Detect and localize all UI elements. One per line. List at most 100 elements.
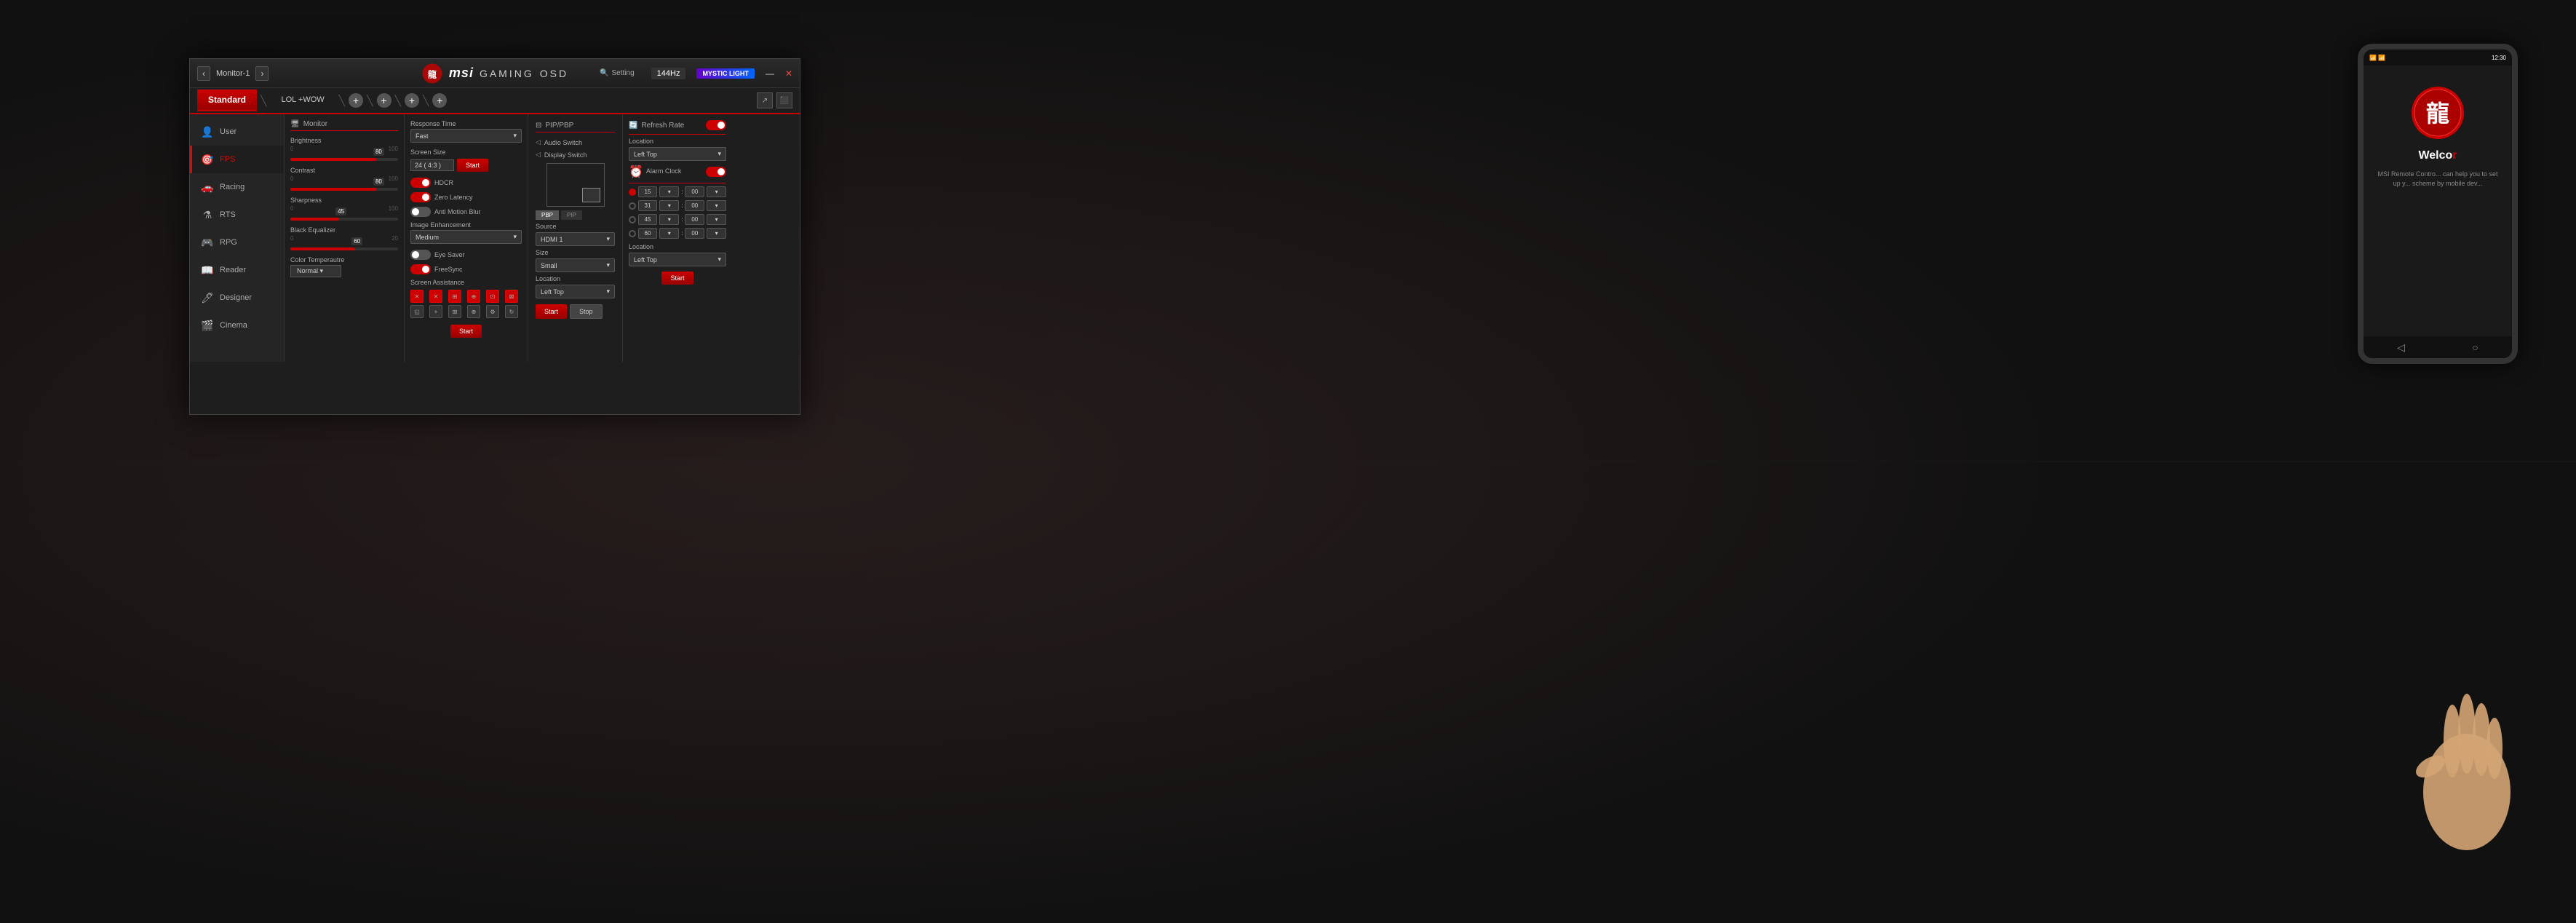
sidebar-item-rpg[interactable]: 🎮 RPG [190,229,284,256]
brightness-slider[interactable]: 80 [290,158,398,161]
assist-icon-9[interactable]: ⊞ [448,305,461,318]
title-bar: ‹ Monitor-1 › 龍 msi GAMING OSD 🔍 Setting [190,59,800,88]
screen-size-dropdown[interactable]: 24 ( 4:3 ) [410,159,454,171]
response-section: Response Time Fast ▾ Screen Size 24 ( 4:… [405,114,528,362]
add-profile-btn-4[interactable]: + [432,93,447,108]
sidebar-item-user[interactable]: 👤 User [190,118,284,146]
alarm-time-select-2m[interactable]: ▾ [707,200,726,211]
assist-icon-4[interactable]: ⊕ [467,290,480,303]
sidebar-designer-label: Designer [220,293,252,302]
alarm-time-select-1[interactable]: ▾ [659,186,679,197]
sidebar-item-reader[interactable]: 📖 Reader [190,256,284,284]
refresh-toggle[interactable] [706,120,726,130]
sidebar-item-rts[interactable]: ⚗ RTS [190,201,284,229]
add-profile-btn-1[interactable]: + [349,93,363,108]
phone-home-btn[interactable]: ○ [2472,341,2478,353]
image-enhance-dropdown[interactable]: Medium ▾ [410,230,522,244]
source-row: Source HDMI 1 ▾ [536,223,615,246]
hdcr-toggle[interactable] [410,178,431,188]
nav-next-arrow[interactable]: › [255,66,269,81]
color-temp-label: Color Temperautre [290,256,398,264]
refresh-location-dropdown[interactable]: Left Top ▾ [629,147,726,161]
alarm-time-select-4m[interactable]: ▾ [707,228,726,239]
assist-icon-2[interactable]: ✕ [429,290,442,303]
zero-latency-toggle[interactable] [410,192,431,202]
display-switch-row: ◁ Display Switch [536,151,615,159]
alarm-time-1-h[interactable]: 15 [638,186,658,197]
alarm-time-3-h[interactable]: 45 [638,214,658,225]
export-btn-2[interactable]: ⬛ [776,92,792,108]
assist-icon-6[interactable]: ⊠ [505,290,518,303]
screen-size-row: Screen Size 24 ( 4:3 ) Start [410,148,522,172]
alarm-time-1-m[interactable]: 00 [685,186,704,197]
size-dropdown[interactable]: Small ▾ [536,258,615,272]
pip-location-dropdown[interactable]: Left Top ▾ [536,285,615,298]
msi-brand-text: msi [449,66,474,81]
pip-start-btn[interactable]: Start [536,304,567,319]
minimize-btn[interactable]: — [766,68,774,79]
sidebar-item-designer[interactable]: 🖊 Designer [190,284,284,312]
profile-tab-lol[interactable]: LOL +WOW [270,90,335,111]
tab-separator-4: ╲ [395,95,401,107]
assist-icon-5[interactable]: ⊡ [486,290,499,303]
sidebar-item-racing[interactable]: 🚗 Racing [190,173,284,201]
hdcr-label: HDCR [434,179,453,186]
setting-btn[interactable]: 🔍 Setting [594,68,640,79]
response-start-btn[interactable]: Start [450,325,482,338]
alarm-time-select-2[interactable]: ▾ [659,200,679,211]
freesync-toggle[interactable] [410,264,431,274]
mystic-light-btn[interactable]: MYSTIC LIGHT [696,68,755,79]
alarm-radio-3[interactable] [629,216,636,223]
assist-icon-7[interactable]: ◱ [410,305,424,318]
alarm-radio-4[interactable] [629,230,636,237]
display-switch-icon: ◁ [536,151,541,159]
add-profile-btn-3[interactable]: + [405,93,419,108]
alarm-time-4-h[interactable]: 60 [638,228,658,239]
black-eq-slider[interactable]: 60 [290,247,398,250]
refresh-location2-dropdown[interactable]: Left Top ▾ [629,253,726,266]
image-enhance-label: Image Enhancement [410,221,522,229]
sharpness-slider[interactable]: 45 [290,218,398,221]
alarm-time-4-m[interactable]: 00 [685,228,704,239]
alarm-time-select-4[interactable]: ▾ [659,228,679,239]
add-profile-btn-2[interactable]: + [377,93,391,108]
sidebar-item-cinema[interactable]: 🎬 Cinema [190,312,284,339]
alarm-radio-1[interactable] [629,189,636,196]
standard-tab[interactable]: Standard [197,90,257,111]
color-temp-dropdown[interactable]: Normal ▾ [290,265,341,277]
alarm-toggle[interactable] [706,167,726,177]
screen-size-start-btn[interactable]: Start [457,159,488,172]
pip-tab[interactable]: PIP [561,210,582,220]
pip-stop-btn[interactable]: Stop [570,304,603,319]
alarm-time-2-h[interactable]: 31 [638,200,658,211]
close-btn[interactable]: ✕ [785,68,792,79]
alarm-row-2: 31 ▾ : 00 ▾ [629,200,726,211]
alarm-time-3-m[interactable]: 00 [685,214,704,225]
sidebar-item-fps[interactable]: 🎯 FPS [190,146,284,173]
response-time-dropdown[interactable]: Fast ▾ [410,129,522,143]
alarm-radio-2[interactable] [629,202,636,210]
refresh-start-btn[interactable]: Start [661,272,693,285]
phone-mockup: 📶 📶 12:30 龍 Welcor MSI Remote Contro... … [2358,44,2518,364]
eye-saver-toggle[interactable] [410,250,431,260]
alarm-time-select-1m[interactable]: ▾ [707,186,726,197]
assist-icon-8[interactable]: + [429,305,442,318]
export-btn-1[interactable]: ↗ [757,92,773,108]
contrast-slider[interactable]: 80 [290,188,398,191]
phone-back-btn[interactable]: ◁ [2397,341,2405,354]
alarm-time-2-m[interactable]: 00 [685,200,704,211]
content-area: 👤 User 🎯 FPS 🚗 Racing ⚗ RTS 🎮 RPG [190,114,800,362]
assist-icon-12[interactable]: ↻ [505,305,518,318]
assist-icon-10[interactable]: ⊕ [467,305,480,318]
source-dropdown[interactable]: HDMI 1 ▾ [536,232,615,246]
image-enhance-arrow: ▾ [513,233,517,241]
alarm-time-select-3m[interactable]: ▾ [707,214,726,225]
alarm-time-select-3[interactable]: ▾ [659,214,679,225]
contrast-row: Contrast 0 100 80 [290,167,398,191]
nav-prev-arrow[interactable]: ‹ [197,66,210,81]
anti-motion-toggle[interactable] [410,207,431,217]
assist-icon-3[interactable]: ⊞ [448,290,461,303]
pbp-tab[interactable]: PBP [536,210,559,220]
assist-icon-1[interactable]: ✕ [410,290,424,303]
assist-icon-11[interactable]: ⚙ [486,305,499,318]
